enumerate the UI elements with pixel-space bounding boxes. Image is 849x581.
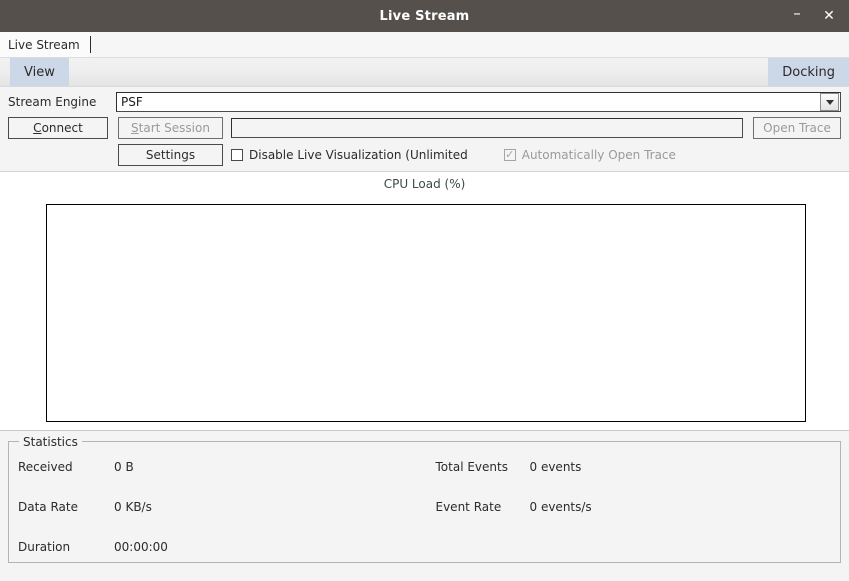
tab-live-stream-label: Live Stream <box>8 37 80 52</box>
minimize-icon[interactable]: – <box>783 0 811 32</box>
stat-value-duration: 00:00:00 <box>114 540 168 554</box>
stat-row: Received 0 B <box>9 460 425 500</box>
connect-mnemonic: C <box>33 121 42 135</box>
toolbar: View Docking <box>0 58 849 87</box>
check-tick: ✓ <box>505 148 515 161</box>
stat-label-received: Received <box>18 460 73 474</box>
stat-label-event-rate: Event Rate <box>435 500 502 514</box>
statistics-group-title: Statistics <box>19 435 82 449</box>
window-title: Live Stream <box>379 8 470 24</box>
close-icon[interactable]: ✕ <box>815 3 843 29</box>
statistics-grid: Received 0 B Data Rate 0 KB/s Duration 0… <box>9 442 840 580</box>
disable-live-visualization-label: Disable Live Visualization (Unlimited <box>249 148 468 162</box>
stat-row: Event Rate 0 events/s <box>425 500 841 540</box>
auto-open-trace-checkbox[interactable]: ✓ Automatically Open Trace <box>503 148 676 162</box>
stream-engine-value: PSF <box>121 95 143 109</box>
stream-engine-row: Stream Engine PSF <box>8 92 841 112</box>
connection-form: Stream Engine PSF Connect Start Session … <box>0 87 849 166</box>
window-controls: – ✕ <box>783 0 843 32</box>
start-session-label: tart Session <box>138 121 210 135</box>
session-controls-row: Connect Start Session Open Trace <box>8 117 841 139</box>
statistics-section: Statistics Received 0 B Data Rate 0 KB/s… <box>0 430 849 563</box>
statistics-column-left: Received 0 B Data Rate 0 KB/s Duration 0… <box>9 460 425 580</box>
stat-label-total-events: Total Events <box>435 460 508 474</box>
stat-row-spacer <box>425 540 841 580</box>
window-titlebar: Live Stream – ✕ <box>0 0 849 32</box>
statistics-column-right: Total Events 0 events Event Rate 0 event… <box>425 460 841 580</box>
stat-row: Total Events 0 events <box>425 460 841 500</box>
stat-value-total-events: 0 events <box>529 460 582 474</box>
tab-live-stream[interactable]: Live Stream <box>0 32 90 57</box>
connect-button[interactable]: Connect <box>8 117 108 139</box>
stat-value-received: 0 B <box>114 460 134 474</box>
stream-engine-label: Stream Engine <box>8 95 97 109</box>
checkbox-icon <box>231 149 243 161</box>
stat-label-duration: Duration <box>18 540 71 554</box>
open-trace-button[interactable]: Open Trace <box>753 117 841 139</box>
cpu-load-plot-area[interactable] <box>46 204 806 422</box>
cpu-load-chart-title: CPU Load (%) <box>383 177 466 191</box>
docking-menu-button[interactable]: Docking <box>768 58 849 86</box>
tab-strip: Live Stream <box>0 32 849 58</box>
checkbox-checked-icon: ✓ <box>503 148 516 161</box>
stream-engine-select[interactable]: PSF <box>116 92 841 112</box>
chevron-down-icon[interactable] <box>820 93 839 111</box>
cpu-load-chart-section: CPU Load (%) <box>0 171 849 430</box>
tab-divider <box>89 36 91 53</box>
view-menu-button[interactable]: View <box>10 58 69 86</box>
connect-label: onnect <box>41 121 83 135</box>
stat-label-data-rate: Data Rate <box>18 500 78 514</box>
settings-row: Settings Disable Live Visualization (Unl… <box>8 144 841 166</box>
disable-live-visualization-checkbox[interactable]: Disable Live Visualization (Unlimited <box>231 148 468 162</box>
settings-button[interactable]: Settings <box>118 144 223 166</box>
stat-row: Data Rate 0 KB/s <box>9 500 425 540</box>
session-path-input[interactable] <box>231 118 743 138</box>
start-session-mnemonic: S <box>131 121 139 135</box>
start-session-button[interactable]: Start Session <box>118 117 223 139</box>
stat-value-data-rate: 0 KB/s <box>114 500 152 514</box>
auto-open-trace-label: Automatically Open Trace <box>521 148 676 162</box>
stat-value-event-rate: 0 events/s <box>529 500 592 514</box>
statistics-groupbox: Statistics Received 0 B Data Rate 0 KB/s… <box>8 435 841 563</box>
stat-row: Duration 00:00:00 <box>9 540 425 580</box>
